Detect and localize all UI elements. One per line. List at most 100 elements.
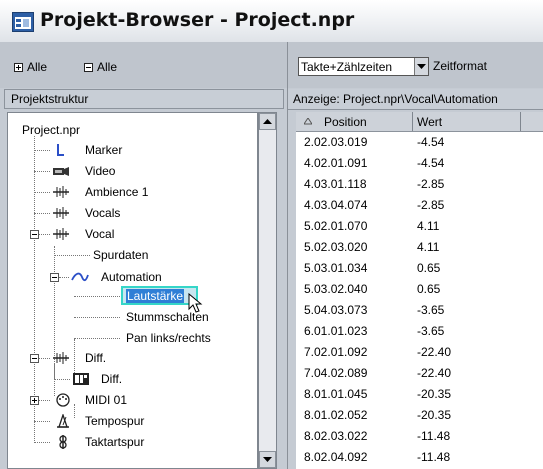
cell-value[interactable]: -2.85	[417, 198, 444, 212]
column-divider[interactable]	[520, 112, 521, 131]
cell-value[interactable]: 4.11	[417, 219, 439, 233]
cell-value[interactable]: -22.40	[417, 345, 451, 359]
left-toolbar: Alle Alle	[0, 42, 287, 88]
table-row[interactable]: 5.03.02.040 0.65	[296, 279, 543, 300]
cell-value[interactable]: 0.65	[417, 282, 440, 296]
event-list-pane: Takte+Zählzeiten Zeitformat Anzeige: Pro…	[287, 42, 543, 469]
tree-header: Projektstruktur	[4, 89, 284, 109]
tree-item-spurdaten[interactable]: Spurdaten	[93, 248, 148, 262]
cell-value[interactable]: 0.65	[417, 261, 440, 275]
cell-position[interactable]: 5.03.02.040	[304, 282, 367, 296]
expand-all-label: Alle	[27, 60, 48, 74]
tree-connector	[54, 255, 90, 256]
audio-track-icon	[53, 228, 69, 240]
collapse-toggle[interactable]	[50, 273, 59, 282]
tree-item-midi[interactable]: MIDI 01	[85, 393, 127, 407]
tree-scrollbar[interactable]	[258, 112, 277, 469]
table-row[interactable]: 8.02.04.092 -11.48	[296, 447, 543, 468]
table-row[interactable]: 4.03.04.074 -2.85	[296, 195, 543, 216]
cell-value[interactable]: -3.65	[417, 324, 444, 338]
cell-position[interactable]: 5.03.01.034	[304, 261, 367, 275]
cell-position[interactable]: 5.02.01.070	[304, 219, 367, 233]
table-row[interactable]: 2.02.03.019 -4.54	[296, 132, 543, 153]
cell-value[interactable]: -20.35	[417, 408, 451, 422]
table-row[interactable]: 8.02.03.022 -11.48	[296, 426, 543, 447]
collapse-toggle[interactable]	[30, 354, 39, 363]
table-header: Position Wert	[296, 112, 543, 132]
tree-connector	[34, 213, 50, 214]
project-tree: Project.npr Marker Video Ambience 1 Voca…	[7, 112, 258, 469]
tree-item-automation[interactable]: Automation	[101, 270, 162, 284]
tree-item-ambience[interactable]: Ambience 1	[85, 185, 148, 199]
cell-value[interactable]: 4.11	[417, 240, 439, 254]
tree-item-marker[interactable]: Marker	[85, 143, 122, 157]
table-row[interactable]: 7.04.02.089 -22.40	[296, 363, 543, 384]
cell-position[interactable]: 4.03.01.118	[304, 177, 367, 191]
cell-value[interactable]: -4.54	[417, 135, 444, 149]
cell-value[interactable]: -20.35	[417, 387, 451, 401]
tree-item-diff[interactable]: Diff.	[85, 351, 106, 365]
cell-position[interactable]: 8.01.01.045	[304, 387, 367, 401]
expand-toggle[interactable]	[30, 396, 39, 405]
cell-position[interactable]: 8.02.03.022	[304, 429, 367, 443]
cell-value[interactable]: -11.48	[417, 450, 450, 464]
cell-position[interactable]: 5.02.03.020	[304, 240, 367, 254]
table-row[interactable]: 8.01.01.045 -20.35	[296, 384, 543, 405]
table-row[interactable]: 5.02.01.070 4.11	[296, 216, 543, 237]
table-row[interactable]: 5.02.03.020 4.11	[296, 237, 543, 258]
cell-position[interactable]: 8.01.02.052	[304, 408, 367, 422]
cell-position[interactable]: 4.03.04.074	[304, 198, 367, 212]
column-header-position[interactable]: Position	[324, 115, 367, 129]
cell-position[interactable]: 7.02.01.092	[304, 345, 367, 359]
tree-connector	[74, 296, 120, 297]
cell-value[interactable]: -4.54	[417, 156, 444, 170]
table-row[interactable]: 4.03.01.118 -2.85	[296, 174, 543, 195]
cell-position[interactable]: 4.02.01.091	[304, 156, 367, 170]
tree-item-vocal[interactable]: Vocal	[85, 227, 114, 241]
cell-value[interactable]: -3.65	[417, 303, 444, 317]
cell-position[interactable]: 8.02.04.092	[304, 450, 367, 464]
tree-connector	[39, 234, 50, 235]
table-row[interactable]: 4.02.01.091 -4.54	[296, 153, 543, 174]
chevron-down-icon	[417, 63, 426, 69]
cell-position[interactable]: 2.02.03.019	[304, 135, 367, 149]
cell-position[interactable]: 6.01.01.023	[304, 324, 367, 338]
collapse-all-button[interactable]: Alle	[84, 59, 117, 75]
table-row[interactable]: 8.01.02.052 -20.35	[296, 405, 543, 426]
plus-box-icon	[14, 62, 23, 72]
tree-connector	[74, 317, 120, 318]
tree-item-pan[interactable]: Pan links/rechts	[126, 331, 211, 345]
tree-item-diff-part[interactable]: Diff.	[101, 372, 122, 386]
tree-connector	[34, 150, 50, 151]
tree-item-signature[interactable]: Taktartspur	[85, 435, 144, 449]
tree-connector	[39, 358, 50, 359]
tree-item-video[interactable]: Video	[85, 164, 115, 178]
cell-value[interactable]: -22.40	[417, 366, 451, 380]
tree-item-tempo[interactable]: Tempospur	[85, 414, 144, 428]
tree-connector	[39, 400, 50, 401]
time-format-dropdown[interactable]: Takte+Zählzeiten	[298, 57, 429, 76]
tree-connector	[54, 379, 70, 380]
column-header-wert[interactable]: Wert	[417, 115, 442, 129]
dropdown-arrow[interactable]	[414, 58, 428, 75]
window-title: Projekt-Browser - Project.npr	[40, 9, 355, 31]
cell-value[interactable]: -11.48	[417, 429, 450, 443]
scroll-down-button[interactable]	[259, 451, 276, 468]
tree-item-vocals[interactable]: Vocals	[85, 206, 120, 220]
collapse-toggle[interactable]	[30, 230, 39, 239]
tree-root[interactable]: Project.npr	[22, 123, 80, 137]
table-row[interactable]: 6.01.01.023 -3.65	[296, 321, 543, 342]
cell-value[interactable]: -2.85	[417, 177, 444, 191]
table-row[interactable]: 5.03.01.034 0.65	[296, 258, 543, 279]
chevron-down-icon	[263, 456, 272, 462]
expand-all-button[interactable]: Alle	[14, 59, 47, 75]
tree-item-stummschalten[interactable]: Stummschalten	[126, 310, 209, 324]
table-row[interactable]: 5.04.03.073 -3.65	[296, 300, 543, 321]
scroll-up-button[interactable]	[259, 113, 276, 130]
table-row[interactable]: 7.02.01.092 -22.40	[296, 342, 543, 363]
project-structure-pane: Alle Alle Projektstruktur Project.npr Ma…	[0, 42, 287, 469]
column-divider[interactable]	[412, 112, 413, 131]
tree-item-lautstaerke[interactable]: Lautstärke	[126, 289, 185, 303]
cell-position[interactable]: 7.04.02.089	[304, 366, 367, 380]
cell-position[interactable]: 5.04.03.073	[304, 303, 367, 317]
